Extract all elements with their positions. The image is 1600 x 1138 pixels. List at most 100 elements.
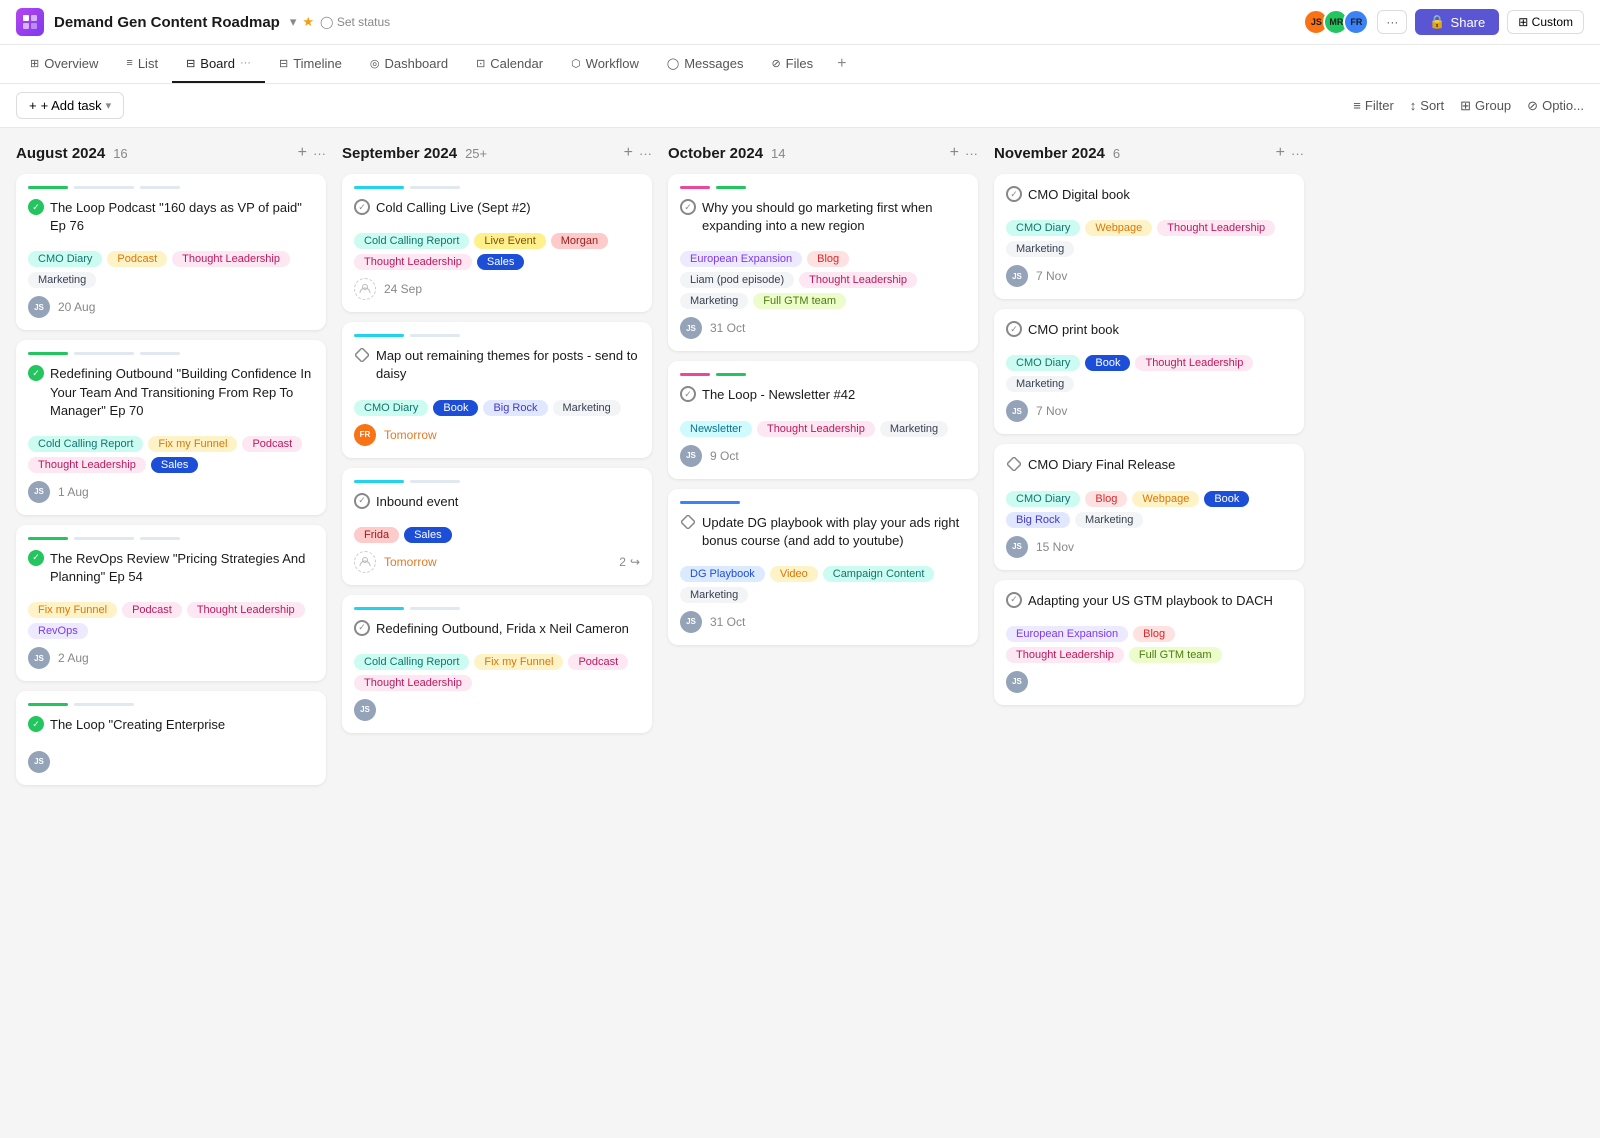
tag[interactable]: Frida — [354, 527, 399, 543]
tag[interactable]: CMO Diary — [354, 400, 428, 416]
add-task-button[interactable]: + + Add task ▾ — [16, 92, 124, 119]
filter-action[interactable]: ≡ Filter — [1353, 98, 1393, 113]
group-action[interactable]: ⊞ Group — [1460, 98, 1511, 114]
task-card[interactable]: ✓ The Loop Podcast "160 days as VP of pa… — [16, 174, 326, 330]
task-card[interactable]: ✓ CMO Digital book CMO DiaryWebpageThoug… — [994, 174, 1304, 299]
task-card[interactable]: ✓ Adapting your US GTM playbook to DACH … — [994, 580, 1304, 705]
set-status-btn[interactable]: ◯ Set status — [320, 15, 390, 29]
tag[interactable]: Newsletter — [680, 421, 752, 437]
tag[interactable]: Marketing — [880, 421, 948, 437]
column-more-button[interactable]: ··· — [965, 146, 978, 161]
nav-calendar[interactable]: ⊡ Calendar — [462, 46, 557, 83]
tag[interactable]: Marketing — [1006, 376, 1074, 392]
tag[interactable]: CMO Diary — [1006, 220, 1080, 236]
star-icon[interactable]: ★ — [302, 14, 314, 30]
tag[interactable]: Book — [433, 400, 478, 416]
task-card[interactable]: ✓ Inbound event FridaSales Tomorrow 2↪ — [342, 468, 652, 585]
tag[interactable]: DG Playbook — [680, 566, 765, 582]
tag[interactable]: Marketing — [28, 272, 96, 288]
tag[interactable]: Marketing — [680, 293, 748, 309]
custom-button[interactable]: ⊞ Custom — [1507, 10, 1584, 34]
column-add-button[interactable]: + — [1276, 144, 1285, 162]
column-more-button[interactable]: ··· — [313, 146, 326, 161]
tag[interactable]: Blog — [1085, 491, 1127, 507]
tag[interactable]: Thought Leadership — [757, 421, 875, 437]
tag[interactable]: Podcast — [107, 251, 167, 267]
nav-list[interactable]: ≡ List — [112, 46, 172, 83]
options-action[interactable]: ⊘ Optio... — [1527, 98, 1584, 114]
tag[interactable]: Fix my Funnel — [28, 602, 117, 618]
tag[interactable]: Marketing — [1006, 241, 1074, 257]
sort-action[interactable]: ↕ Sort — [1410, 98, 1444, 113]
tag[interactable]: Big Rock — [483, 400, 547, 416]
tag[interactable]: Morgan — [551, 233, 608, 249]
chevron-down-icon[interactable]: ▾ — [290, 14, 297, 30]
nav-timeline[interactable]: ⊟ Timeline — [265, 46, 356, 83]
tag[interactable]: Thought Leadership — [354, 254, 472, 270]
task-card[interactable]: ✓ Why you should go marketing first when… — [668, 174, 978, 351]
add-view-button[interactable]: + — [827, 45, 856, 83]
tag[interactable]: CMO Diary — [28, 251, 102, 267]
tag[interactable]: Thought Leadership — [1157, 220, 1275, 236]
more-button[interactable]: ··· — [1377, 10, 1407, 34]
tag[interactable]: Sales — [151, 457, 199, 473]
tag[interactable]: Thought Leadership — [799, 272, 917, 288]
task-card[interactable]: ✓ The Loop "Creating Enterprise JS — [16, 691, 326, 784]
task-card[interactable]: CMO Diary Final Release CMO DiaryBlogWeb… — [994, 444, 1304, 569]
tag[interactable]: European Expansion — [1006, 626, 1128, 642]
tag[interactable]: Thought Leadership — [172, 251, 290, 267]
tag[interactable]: CMO Diary — [1006, 355, 1080, 371]
tag[interactable]: Thought Leadership — [1135, 355, 1253, 371]
tag[interactable]: Webpage — [1085, 220, 1152, 236]
tag[interactable]: Thought Leadership — [187, 602, 305, 618]
tag[interactable]: Sales — [477, 254, 525, 270]
nav-dashboard[interactable]: ◎ Dashboard — [356, 46, 462, 83]
tag[interactable]: Marketing — [680, 587, 748, 603]
tag[interactable]: Podcast — [242, 436, 302, 452]
task-card[interactable]: ✓ CMO print book CMO DiaryBookThought Le… — [994, 309, 1304, 434]
tag[interactable]: Book — [1085, 355, 1130, 371]
task-card[interactable]: ✓ Redefining Outbound, Frida x Neil Came… — [342, 595, 652, 733]
tag[interactable]: Podcast — [568, 654, 628, 670]
tag[interactable]: Full GTM team — [1129, 647, 1222, 663]
tag[interactable]: Video — [770, 566, 818, 582]
task-card[interactable]: ✓ Cold Calling Live (Sept #2) Cold Calli… — [342, 174, 652, 312]
tag[interactable]: Thought Leadership — [354, 675, 472, 691]
tag[interactable]: CMO Diary — [1006, 491, 1080, 507]
nav-overview[interactable]: ⊞ Overview — [16, 46, 112, 83]
tag[interactable]: Live Event — [474, 233, 545, 249]
tag[interactable]: Cold Calling Report — [28, 436, 143, 452]
column-more-button[interactable]: ··· — [639, 146, 652, 161]
tag[interactable]: Blog — [807, 251, 849, 267]
tag[interactable]: Full GTM team — [753, 293, 846, 309]
tag[interactable]: Fix my Funnel — [148, 436, 237, 452]
tag[interactable]: Podcast — [122, 602, 182, 618]
task-card[interactable]: Update DG playbook with play your ads ri… — [668, 489, 978, 645]
task-card[interactable]: ✓ The RevOps Review "Pricing Strategies … — [16, 525, 326, 681]
tag[interactable]: Campaign Content — [823, 566, 935, 582]
nav-files[interactable]: ⊘ Files — [757, 46, 827, 83]
tag[interactable]: Cold Calling Report — [354, 233, 469, 249]
column-more-button[interactable]: ··· — [1291, 146, 1304, 161]
share-button[interactable]: 🔒 Share — [1415, 9, 1499, 35]
task-card[interactable]: ✓ The Loop - Newsletter #42 NewsletterTh… — [668, 361, 978, 478]
board-more-icon[interactable]: ··· — [240, 57, 251, 69]
tag[interactable]: Cold Calling Report — [354, 654, 469, 670]
tag[interactable]: Big Rock — [1006, 512, 1070, 528]
tag[interactable]: Liam (pod episode) — [680, 272, 794, 288]
nav-workflow[interactable]: ⬡ Workflow — [557, 46, 653, 83]
tag[interactable]: Marketing — [1075, 512, 1143, 528]
column-add-button[interactable]: + — [624, 144, 633, 162]
task-card[interactable]: ✓ Redefining Outbound "Building Confiden… — [16, 340, 326, 515]
column-add-button[interactable]: + — [950, 144, 959, 162]
tag[interactable]: Sales — [404, 527, 452, 543]
nav-board[interactable]: ⊟ Board ··· — [172, 46, 265, 83]
nav-messages[interactable]: ◯ Messages — [653, 46, 758, 83]
tag[interactable]: Fix my Funnel — [474, 654, 563, 670]
tag[interactable]: RevOps — [28, 623, 88, 639]
tag[interactable]: Marketing — [553, 400, 621, 416]
column-add-button[interactable]: + — [298, 144, 307, 162]
tag[interactable]: Blog — [1133, 626, 1175, 642]
tag[interactable]: Book — [1204, 491, 1249, 507]
tag[interactable]: Thought Leadership — [28, 457, 146, 473]
